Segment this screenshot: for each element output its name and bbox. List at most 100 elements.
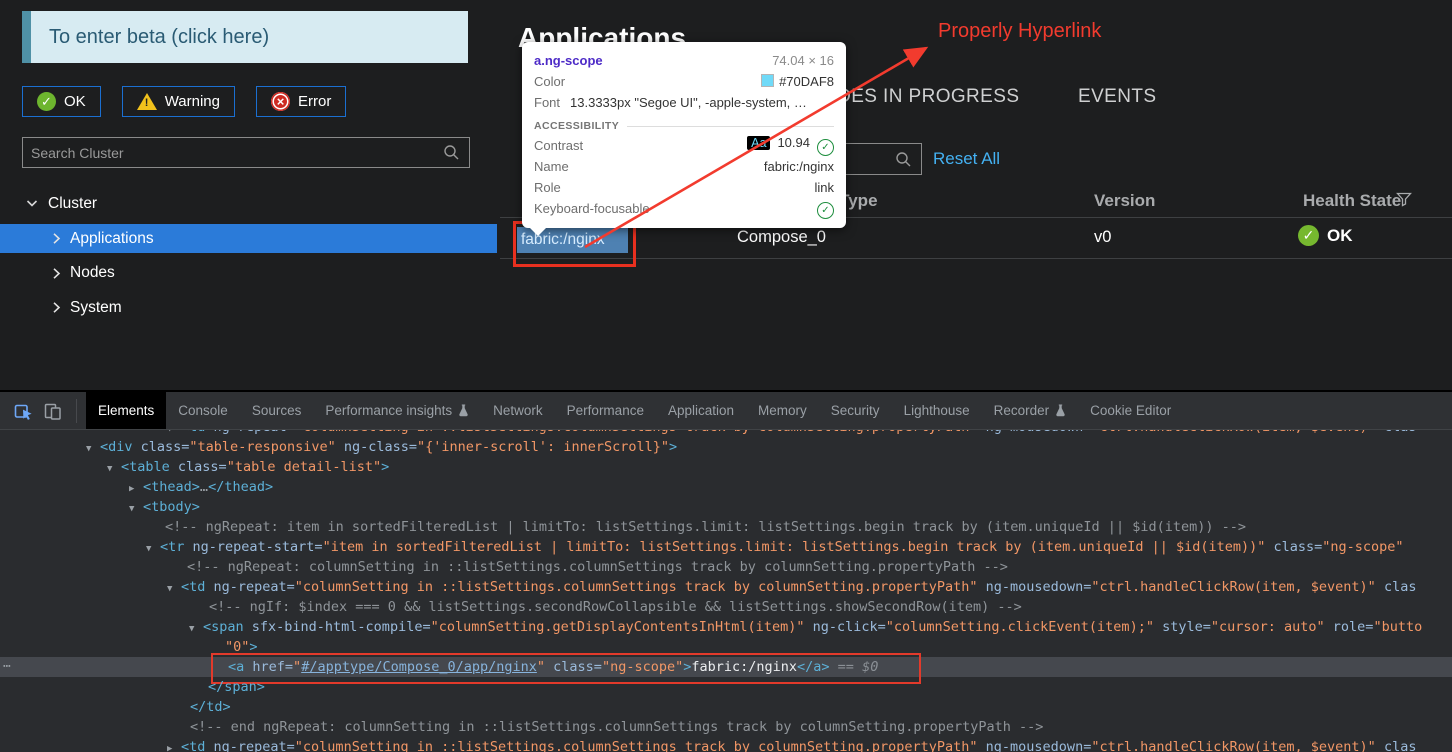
chevron-right-icon[interactable] [52, 301, 61, 314]
tree-node-cluster[interactable]: Cluster [0, 190, 497, 217]
devtools-code-line[interactable]: ▼<tr ng-repeat-start="item in sortedFilt… [0, 537, 1452, 557]
devtools-code-line[interactable]: "0"> [0, 637, 1452, 657]
devtools-tab-sources[interactable]: Sources [240, 392, 314, 429]
devtools-tab-security[interactable]: Security [819, 392, 892, 429]
chevron-right-icon[interactable] [52, 232, 61, 245]
flask-icon [458, 404, 469, 417]
inspect-element-icon[interactable] [10, 398, 36, 424]
column-header-version[interactable]: Version [1094, 191, 1155, 211]
devtools-code-line[interactable]: <!-- ngRepeat: item in sortedFilteredLis… [0, 517, 1452, 537]
ok-filter-button[interactable]: ✓OK [22, 86, 101, 117]
check-circle-icon: ✓ [817, 139, 834, 156]
error-filter-button[interactable]: ×Error [256, 86, 346, 117]
collapse-arrow-icon[interactable]: ▼ [146, 539, 160, 559]
devtools-panel: Elements Console Sources Performance insigh… [0, 390, 1452, 752]
collapse-arrow-icon[interactable]: ▼ [167, 579, 181, 599]
tree-node-label: Applications [70, 230, 154, 248]
devtools-tab-performance[interactable]: Performance [555, 392, 656, 429]
chevron-right-icon[interactable] [52, 267, 61, 280]
banner-text: To enter beta (click here) [49, 26, 269, 49]
tooltip-contrast-value: 10.94 [777, 135, 810, 150]
beta-banner[interactable]: To enter beta (click here) [22, 11, 468, 63]
devtools-tab-elements[interactable]: Elements [86, 392, 166, 429]
tooltip-role-value: link [814, 180, 834, 195]
tree-node-applications[interactable]: Applications [0, 224, 497, 253]
tab-label: Console [178, 403, 228, 418]
tree-node-label: Cluster [48, 195, 97, 213]
devtools-tab-console[interactable]: Console [166, 392, 240, 429]
tooltip-role-label: Role [534, 180, 561, 195]
devtools-tab-lighthouse[interactable]: Lighthouse [892, 392, 982, 429]
tooltip-accessibility-header: ACCESSIBILITY [534, 120, 834, 132]
collapse-arrow-icon[interactable]: ▼ [86, 439, 100, 459]
warning-status-icon: ! [137, 93, 157, 110]
expand-arrow-icon[interactable]: ▶ [129, 479, 143, 499]
devtools-code-line[interactable]: </span> [0, 677, 1452, 697]
search-icon [443, 144, 460, 161]
devtools-tab-recorder[interactable]: Recorder [982, 392, 1079, 429]
collapse-arrow-icon[interactable]: ▼ [189, 619, 203, 639]
tab-label: Memory [758, 403, 807, 418]
cluster-search-input[interactable] [23, 145, 443, 161]
tab-events[interactable]: EVENTS [1078, 86, 1156, 108]
tree-node-nodes[interactable]: Nodes [0, 259, 497, 288]
devtools-tab-network[interactable]: Network [481, 392, 555, 429]
contrast-aa-badge: Aa [747, 136, 770, 150]
ok-status-icon: ✓ [1298, 225, 1319, 246]
annotation-label: Properly Hyperlink [938, 20, 1101, 43]
expand-arrow-icon[interactable]: ▶ [167, 739, 181, 752]
devtools-code-line[interactable]: ▼<span sfx-bind-html-compile="columnSett… [0, 617, 1452, 637]
devtools-code-line[interactable]: ▼<td ng-repeat="columnSetting in ::listS… [0, 430, 1452, 437]
tree-node-system[interactable]: System [0, 293, 497, 322]
devtools-tab-performance-insights[interactable]: Performance insights [313, 392, 481, 429]
tab-label: Elements [98, 403, 154, 418]
reset-all-link[interactable]: Reset All [933, 149, 1000, 169]
device-toolbar-icon[interactable] [40, 398, 66, 424]
tooltip-contrast-label: Contrast [534, 138, 583, 153]
tooltip-font-value: 13.3333px "Segoe UI", -apple-system, … [570, 95, 807, 110]
tooltip-keyboard-label: Keyboard-focusable [534, 201, 650, 216]
gutter-ellipsis: ⋯ [3, 657, 12, 677]
filter-funnel-icon[interactable] [1396, 192, 1412, 207]
warning-filter-button[interactable]: !Warning [122, 86, 235, 117]
check-circle-icon: ✓ [817, 202, 834, 219]
cluster-search-box[interactable] [22, 137, 470, 168]
tab-label: Sources [252, 403, 302, 418]
devtools-tab-memory[interactable]: Memory [746, 392, 819, 429]
tooltip-selector: a.ng-scope [534, 53, 603, 68]
devtools-code-line[interactable]: </td> [0, 697, 1452, 717]
tooltip-name-value: fabric:/nginx [764, 159, 834, 174]
collapse-arrow-icon[interactable]: ▼ [107, 459, 121, 479]
chevron-down-icon[interactable] [26, 199, 38, 208]
tab-label: Lighthouse [904, 403, 970, 418]
devtools-code-line[interactable]: ▼<tbody> [0, 497, 1452, 517]
devtools-code-line[interactable]: <!-- ngIf: $index === 0 && listSettings.… [0, 597, 1452, 617]
tree-node-label: Nodes [70, 264, 115, 282]
search-icon [895, 151, 912, 168]
devtools-tab-cookie-editor[interactable]: Cookie Editor [1078, 392, 1183, 429]
tooltip-color-value: #70DAF8 [779, 74, 834, 89]
devtools-code-line[interactable]: ▶<td ng-repeat="columnSetting in ::listS… [0, 737, 1452, 752]
toolbar-divider [76, 399, 77, 423]
tab-label: Network [493, 403, 543, 418]
devtools-code-line[interactable]: <!-- end ngRepeat: columnSetting in ::li… [0, 717, 1452, 737]
tab-label: Security [831, 403, 880, 418]
health-legend-buttons: ✓OK !Warning ×Error [22, 86, 346, 117]
devtools-code-line-selected[interactable]: <a href="#/apptype/Compose_0/app/nginx" … [0, 657, 1452, 677]
tooltip-dimensions: 74.04 × 16 [772, 53, 834, 68]
tab-upgrades-in-progress[interactable]: ADES IN PROGRESS [824, 86, 1019, 108]
devtools-code-line[interactable]: ▶<thead>…</thead> [0, 477, 1452, 497]
button-label: OK [64, 93, 86, 110]
devtools-tab-application[interactable]: Application [656, 392, 746, 429]
error-status-icon: × [271, 92, 290, 111]
devtools-code-line[interactable]: ▼<div class="table-responsive" ng-class=… [0, 437, 1452, 457]
devtools-code-line[interactable]: <!-- ngRepeat: columnSetting in ::listSe… [0, 557, 1452, 577]
collapse-arrow-icon[interactable]: ▼ [167, 430, 181, 437]
collapse-arrow-icon[interactable]: ▼ [129, 499, 143, 519]
tab-label: Recorder [994, 403, 1050, 418]
devtools-code-line[interactable]: ▼<table class="table detail-list"> [0, 457, 1452, 477]
devtools-code-line[interactable]: ▼<td ng-repeat="columnSetting in ::listS… [0, 577, 1452, 597]
column-header-health-state[interactable]: Health State [1303, 191, 1401, 211]
tab-label: Performance insights [325, 403, 452, 418]
tree-node-label: System [70, 299, 122, 317]
